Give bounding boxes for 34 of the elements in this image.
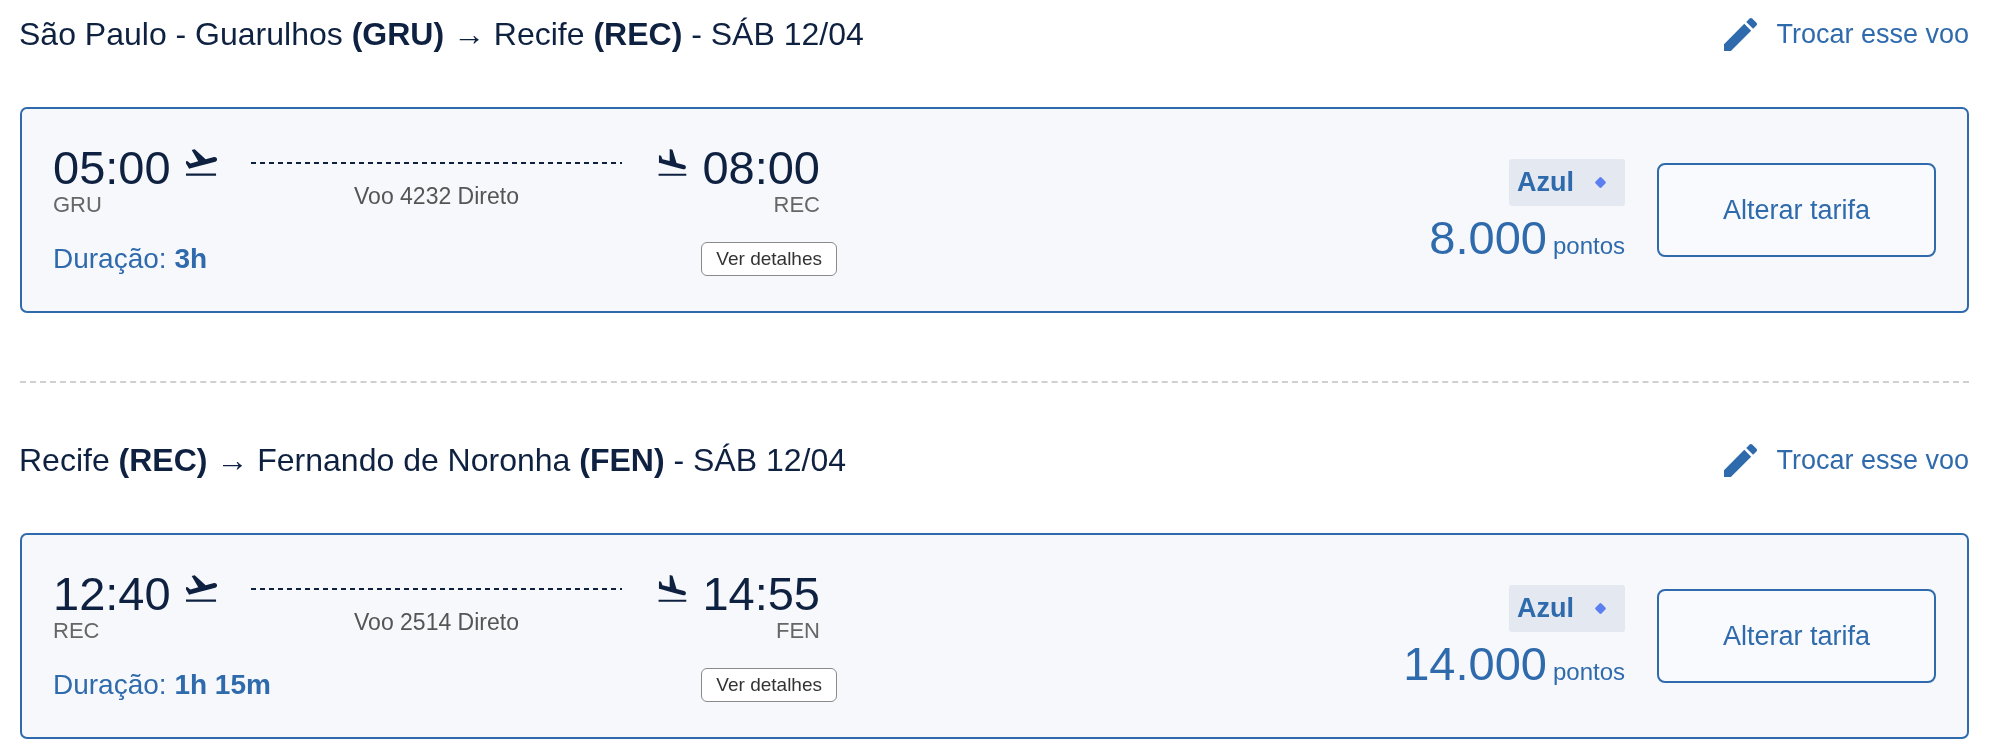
change-fare-button[interactable]: Alterar tarifa [1657,163,1936,257]
change-flight-link[interactable]: Trocar esse voo [1724,17,1969,51]
airport-code: REC [773,194,820,216]
landing-plane-icon [657,149,689,176]
points-unit: pontos [1552,658,1625,686]
airport-code: FEN [776,620,820,642]
takeoff-plane-icon [185,575,217,602]
departure-time: 12:40 [53,570,171,617]
landing-plane-icon [657,575,689,602]
airline-name: Azul [1517,593,1574,624]
change-fare-button[interactable]: Alterar tarifa [1657,589,1936,683]
flight-info: Voo 2514 Direto [354,611,519,634]
route-title: São Paulo - Guarulhos (GRU) → Recife (REC) - SÁB 12/04 [19,15,864,53]
diamond-icon [1594,176,1607,189]
points-unit: pontos [1552,232,1625,260]
details-button[interactable]: Ver detalhes [701,668,837,702]
pencil-icon [1724,17,1758,51]
flight-info: Voo 4232 Direto [354,185,519,208]
airline-name: Azul [1517,167,1574,198]
pencil-icon [1724,443,1758,477]
arrival-time: 08:00 [702,144,820,191]
departure-time: 05:00 [53,144,171,191]
details-button[interactable]: Ver detalhes [701,242,837,276]
points-price: 14.000 [1403,640,1547,687]
change-flight-link[interactable]: Trocar esse voo [1724,443,1969,477]
route-title: Recife (REC) → Fernando de Noronha (FEN) - SÁB 12/04 [19,441,846,479]
arrival-time: 14:55 [702,570,820,617]
flight-duration: Duração: 3h [53,243,208,275]
airport-code: REC [53,620,100,642]
points-price: 8.000 [1429,214,1547,261]
flight-duration: Duração: 1h 15m [53,669,271,701]
airport-code: GRU [53,194,102,216]
diamond-icon [1594,602,1607,615]
takeoff-plane-icon [185,149,217,176]
